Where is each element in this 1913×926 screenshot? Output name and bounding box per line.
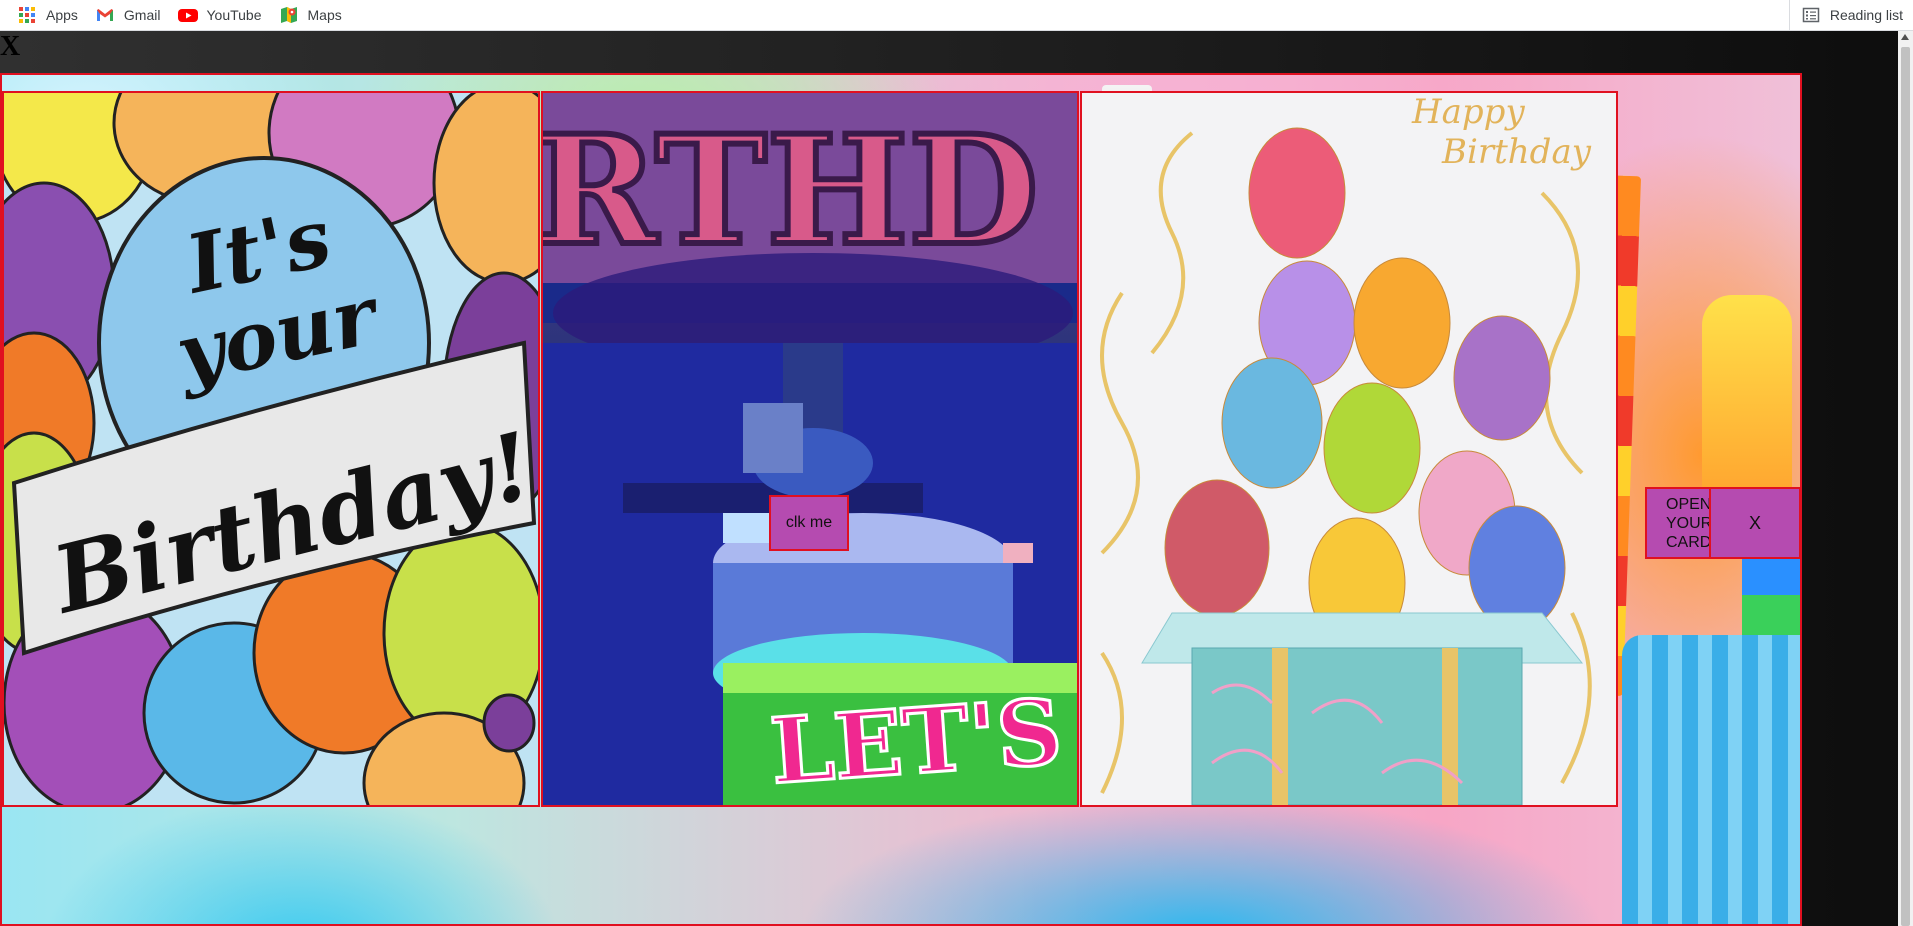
top-close-button[interactable]: X	[0, 33, 20, 61]
bookmark-label: Maps	[307, 7, 342, 23]
bookmark-gmail[interactable]: Gmail	[96, 0, 161, 30]
bookmark-label: Gmail	[123, 7, 161, 23]
bookmark-label: Apps	[46, 7, 78, 23]
click-me-button[interactable]: clk me	[769, 495, 849, 551]
bookmark-maps[interactable]: Maps	[280, 0, 342, 30]
its-your-birthday-image: It's your Birthday!	[4, 93, 538, 805]
scrollbar-thumb[interactable]	[1901, 47, 1910, 926]
apps-grid-icon	[18, 6, 36, 24]
maps-icon	[280, 6, 298, 24]
scroll-up-icon[interactable]	[1901, 34, 1909, 40]
bookmark-apps[interactable]: Apps	[18, 0, 78, 30]
graffiti-box-text: LET'S	[767, 679, 1065, 805]
vertical-scrollbar[interactable]	[1898, 31, 1913, 926]
card3-line1: Happy	[1411, 93, 1525, 132]
youtube-icon	[178, 6, 199, 24]
card-its-your-birthday: It's your Birthday!	[2, 91, 540, 807]
reading-list-icon	[1802, 6, 1820, 24]
reading-list-button[interactable]: Reading list	[1788, 0, 1913, 30]
close-card-button[interactable]: X	[1709, 487, 1801, 559]
cupcake-decoration	[1622, 635, 1800, 924]
reading-list-label: Reading list	[1829, 7, 1903, 23]
bookmarks-bar: Apps Gmail YouTube Maps Reading list	[0, 0, 1913, 31]
card-happy-birthday: Happy Birthday	[1080, 91, 1618, 807]
card3-line2: Birthday	[1441, 132, 1592, 172]
graffiti-banner-text: RTHD	[543, 103, 1038, 279]
graffiti-cake-image: RTHD LET'S	[543, 93, 1077, 805]
bookmark-label: YouTube	[206, 7, 262, 23]
bookmark-youtube[interactable]: YouTube	[178, 0, 262, 30]
gmail-icon	[96, 6, 114, 24]
card-graffiti-cake: RTHD LET'S	[541, 91, 1079, 807]
happy-birthday-image: Happy Birthday	[1082, 93, 1616, 805]
